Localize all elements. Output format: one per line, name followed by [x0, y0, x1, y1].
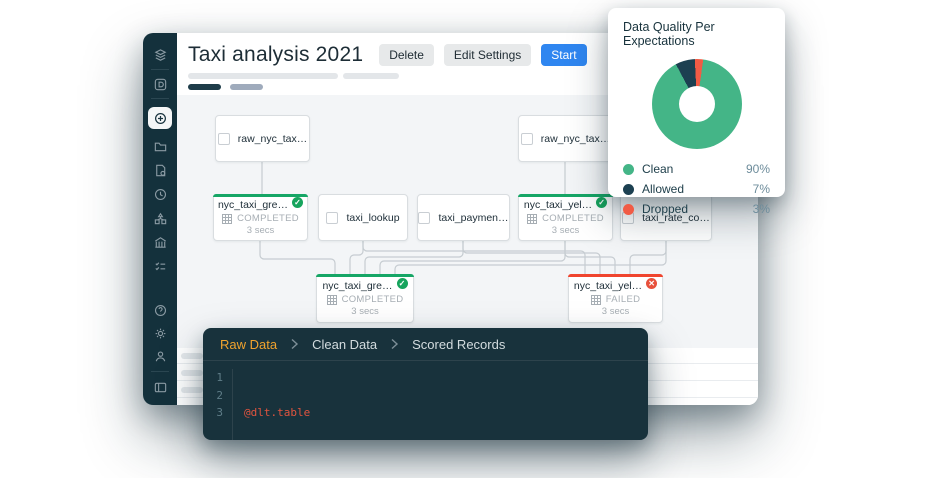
dropped-dot-icon: [623, 204, 634, 215]
skeleton-row-bar: [181, 353, 203, 359]
dag-node-green-silver[interactable]: nyc_taxi_gre… ✓ COMPLETED 3 secs: [316, 274, 414, 323]
legend-row-allowed: Allowed 7%: [623, 179, 770, 199]
sidebar: [143, 33, 177, 405]
node-status-bar: [568, 274, 663, 277]
node-duration: 3 secs: [247, 225, 274, 236]
dag-node-green-bronze[interactable]: nyc_taxi_gre… ✓ COMPLETED 3 secs: [213, 194, 308, 241]
table-icon: [327, 295, 337, 305]
node-duration: 3 secs: [552, 225, 579, 236]
skeleton-text-bar: [188, 73, 338, 79]
code-panel: Raw Data Clean Data Scored Records 1 2 3…: [203, 328, 648, 440]
node-checkbox[interactable]: [521, 133, 533, 145]
delete-button[interactable]: Delete: [379, 44, 434, 66]
chevron-right-icon: [290, 338, 299, 350]
donut-chart: [652, 59, 742, 149]
panel-toggle-icon[interactable]: [152, 379, 168, 395]
sidebar-divider: [151, 98, 169, 99]
legend-value: 7%: [753, 182, 770, 196]
legend-label: Clean: [642, 162, 738, 176]
table-icon: [527, 214, 537, 224]
dag-node-yellow-silver-failed[interactable]: nyc_taxi_yel… ✕ FAILED 3 secs: [568, 274, 663, 323]
edit-settings-button[interactable]: Edit Settings: [444, 44, 531, 66]
legend-value: 90%: [746, 162, 770, 176]
settings-gear-icon[interactable]: [152, 325, 168, 341]
dag-icon[interactable]: [152, 210, 168, 226]
logo-icon: [152, 47, 168, 63]
tab-scored-records[interactable]: Scored Records: [412, 337, 505, 352]
node-label: nyc_taxi_yel…: [524, 199, 592, 211]
legend-row-clean: Clean 90%: [623, 159, 770, 179]
tab-raw-data[interactable]: Raw Data: [220, 337, 277, 352]
task-list-icon[interactable]: [152, 258, 168, 274]
dag-node-yellow-bronze[interactable]: nyc_taxi_yel… ✓ COMPLETED 3 secs: [518, 194, 613, 241]
stage: Taxi analysis 2021 Delete Edit Settings …: [0, 0, 942, 478]
table-icon: [591, 295, 601, 305]
node-status-bar: [213, 194, 308, 197]
file-settings-icon[interactable]: [152, 162, 168, 178]
node-checkbox[interactable]: [418, 212, 430, 224]
check-badge-icon: ✓: [397, 278, 408, 289]
code-tabs: Raw Data Clean Data Scored Records: [203, 328, 648, 361]
sidebar-divider: [151, 69, 169, 70]
card-title: Data Quality Per Expectations: [623, 20, 770, 48]
node-label: nyc_taxi_gre…: [322, 280, 392, 292]
check-badge-icon: ✓: [596, 197, 607, 208]
tab-clean-data[interactable]: Clean Data: [312, 337, 377, 352]
node-label: raw_nyc_tax…: [541, 133, 610, 145]
node-status: COMPLETED: [237, 213, 299, 224]
legend-row-dropped: Dropped 3%: [623, 199, 770, 219]
code-lines: @dlt.table def scored_records(): return …: [233, 369, 622, 440]
start-button[interactable]: Start: [541, 44, 586, 66]
allowed-dot-icon: [623, 184, 634, 195]
page-title: Taxi analysis 2021: [188, 43, 363, 67]
recents-clock-icon[interactable]: [152, 186, 168, 202]
donut-hole: [679, 86, 715, 122]
skeleton-row-bar: [181, 387, 203, 393]
dag-node-taxi-lookup[interactable]: taxi_lookup: [318, 194, 408, 241]
code-line: @dlt.table: [244, 404, 622, 422]
inactive-tab-placeholder[interactable]: [230, 84, 263, 90]
node-label: nyc_taxi_gre…: [218, 199, 288, 211]
node-checkbox[interactable]: [218, 133, 230, 145]
table-icon: [222, 214, 232, 224]
node-status: COMPLETED: [542, 213, 604, 224]
legend-label: Dropped: [642, 202, 745, 216]
workspace-icon[interactable]: [152, 76, 168, 92]
data-quality-card: Data Quality Per Expectations Clean 90% …: [608, 8, 785, 197]
legend-value: 3%: [753, 202, 770, 216]
legend-label: Allowed: [642, 182, 745, 196]
node-status: FAILED: [606, 294, 641, 305]
user-icon[interactable]: [152, 348, 168, 364]
chevron-right-icon: [390, 338, 399, 350]
help-icon[interactable]: [152, 302, 168, 318]
folder-icon[interactable]: [152, 138, 168, 154]
dag-node-raw-left[interactable]: raw_nyc_tax…: [215, 115, 310, 162]
active-tab-placeholder[interactable]: [188, 84, 221, 90]
node-label: raw_nyc_tax…: [238, 133, 307, 145]
dag-node-taxi-payment[interactable]: taxi_paymen…: [417, 194, 510, 241]
skeleton-row-bar: [181, 370, 203, 376]
skeleton-text-bar: [343, 73, 399, 79]
node-duration: 3 secs: [602, 306, 629, 317]
node-label: taxi_paymen…: [438, 212, 508, 224]
clean-dot-icon: [623, 164, 634, 175]
line-numbers: 1 2 3: [203, 369, 233, 440]
sidebar-divider: [151, 371, 169, 372]
sidebar-item-pipelines[interactable]: [148, 107, 172, 129]
error-badge-icon: ✕: [646, 278, 657, 289]
node-label: nyc_taxi_yel…: [574, 280, 642, 292]
node-checkbox[interactable]: [326, 212, 338, 224]
node-label: taxi_lookup: [346, 212, 399, 224]
node-status-bar: [316, 274, 414, 277]
check-badge-icon: ✓: [292, 197, 303, 208]
code-editor: 1 2 3 @dlt.table def scored_records(): r…: [203, 361, 648, 440]
lakehouse-icon[interactable]: [152, 234, 168, 250]
node-status: COMPLETED: [342, 294, 404, 305]
dag-node-raw-right[interactable]: raw_nyc_tax…: [518, 115, 613, 162]
node-duration: 3 secs: [351, 306, 378, 317]
